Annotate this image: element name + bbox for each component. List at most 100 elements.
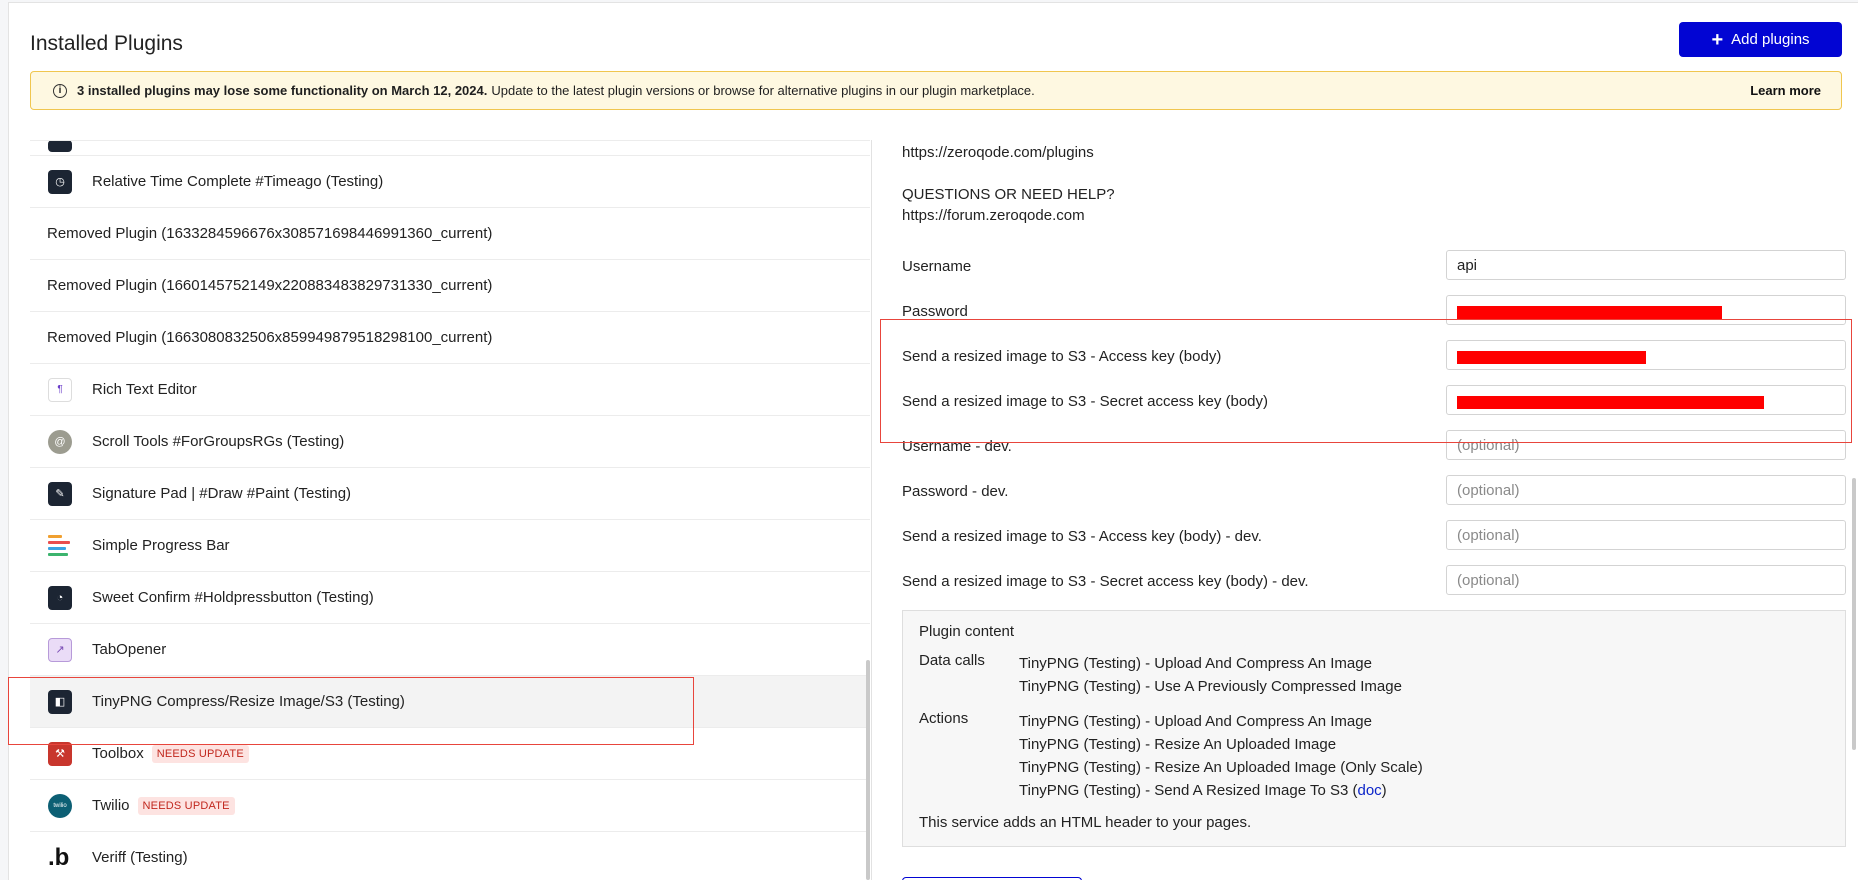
help-url: https://forum.zeroqode.com [902,207,1085,224]
plugin-label: Removed Plugin (1633284596676x3085716984… [47,225,493,242]
list-scrollbar[interactable] [866,660,870,880]
plugin-item-removed-2[interactable]: Removed Plugin (1660145752149x2208834838… [30,260,870,312]
plugin-item-progress-bar[interactable]: Simple Progress Bar [30,520,870,572]
plugin-item-relative-time[interactable]: ◷ Relative Time Complete #Timeago (Testi… [30,156,870,208]
action-item: TinyPNG (Testing) - Send A Resized Image… [1019,779,1423,802]
signature-pad-icon: ✎ [48,481,72,506]
username-input[interactable] [1446,250,1846,280]
page-header: Installed Plugins + Add plugins [30,22,1842,64]
plugin-label: Signature Pad | #Draw #Paint (Testing) [92,485,352,502]
plugin-label: Toolbox [92,745,144,762]
tab-opener-icon: ↗ [48,637,72,662]
field-username: Username [902,245,1846,290]
plugins-url: https://zeroqode.com/plugins [902,144,1094,161]
plugin-icon [48,141,72,152]
password-dev-input[interactable] [1446,475,1846,505]
detail-scrollbar[interactable] [1852,478,1856,750]
field-secret-key-dev: Send a resized image to S3 - Secret acce… [902,560,1846,605]
field-label: Send a resized image to S3 - Access key … [902,348,1222,365]
redaction-bar [1457,306,1722,319]
plugin-detail: https://zeroqode.com/plugins QUESTIONS O… [902,140,1846,880]
rich-text-icon: ¶ [48,377,72,402]
field-username-dev: Username - dev. [902,425,1846,470]
field-label: Username - dev. [902,438,1012,455]
help-heading: QUESTIONS OR NEED HELP? [902,186,1115,203]
field-secret-key: Send a resized image to S3 - Secret acce… [902,380,1846,425]
field-label: Send a resized image to S3 - Access key … [902,528,1262,545]
plugin-item-tabopener[interactable]: ↗ TabOpener [30,624,870,676]
action-item: TinyPNG (Testing) - Resize An Uploaded I… [1019,736,1337,753]
plugin-content-box: Plugin content Data calls TinyPNG (Testi… [902,610,1846,847]
redaction-bar [1457,351,1646,364]
plugin-label: Veriff (Testing) [92,849,188,866]
field-password: Password [902,290,1846,335]
progress-bar-icon [48,534,72,558]
service-footer-text: This service adds an HTML header to your… [919,814,1252,831]
plugin-label: TinyPNG Compress/Resize Image/S3 (Testin… [92,693,405,710]
field-label: Username [902,258,972,275]
username-dev-input[interactable] [1446,430,1846,460]
sweet-confirm-icon: ◔ [48,585,72,610]
data-calls-label: Data calls [919,652,985,669]
secret-key-dev-input[interactable] [1446,565,1846,595]
actions-label: Actions [919,710,969,727]
needs-update-badge: NEEDS UPDATE [151,744,249,763]
plugin-label: Scroll Tools #ForGroupsRGs (Testing) [92,433,345,450]
deprecation-banner: i 3 installed plugins may lose some func… [30,71,1842,110]
tinypng-icon: ◧ [48,689,72,714]
plugin-list: ◷ Relative Time Complete #Timeago (Testi… [30,140,870,880]
info-icon: i [53,83,67,98]
data-call-item: TinyPNG (Testing) - Use A Previously Com… [1019,678,1402,695]
action-item: TinyPNG (Testing) - Upload And Compress … [1019,713,1372,730]
plugin-label: Rich Text Editor [92,381,197,398]
plugin-item-twilio[interactable]: twilio Twilio NEEDS UPDATE [30,780,870,832]
field-label: Password [902,303,968,320]
data-call-item: TinyPNG (Testing) - Upload And Compress … [1019,655,1372,672]
plugin-item-toolbox[interactable]: ⚒ Toolbox NEEDS UPDATE [30,728,870,780]
actions-section: Actions TinyPNG (Testing) - Upload And C… [919,710,1829,802]
banner-text: Update to the latest plugin versions or … [491,83,1035,98]
action-item: TinyPNG (Testing) - Resize An Uploaded I… [1019,759,1423,776]
needs-update-badge: NEEDS UPDATE [137,796,235,815]
add-plugins-label: Add plugins [1731,31,1810,48]
plugin-content-title: Plugin content [919,623,1015,640]
plugin-item-scroll-tools[interactable]: @ Scroll Tools #ForGroupsRGs (Testing) [30,416,870,468]
field-access-key: Send a resized image to S3 - Access key … [902,335,1846,380]
plugin-item-tinypng[interactable]: ◧ TinyPNG Compress/Resize Image/S3 (Test… [30,676,870,728]
list-item-partial[interactable] [30,141,870,156]
plugin-label: Sweet Confirm #Holdpressbutton (Testing) [92,589,374,606]
plugin-item-sweet-confirm[interactable]: ◔ Sweet Confirm #Holdpressbutton (Testin… [30,572,870,624]
plugin-label: Relative Time Complete #Timeago (Testing… [92,173,384,190]
access-key-dev-input[interactable] [1446,520,1846,550]
action-text-end: ) [1381,782,1387,799]
field-access-key-dev: Send a resized image to S3 - Access key … [902,515,1846,560]
field-label: Send a resized image to S3 - Secret acce… [902,393,1269,410]
veriff-icon: .b [48,843,70,871]
plugin-item-veriff[interactable]: .b Veriff (Testing) [30,832,870,880]
plugin-label: Removed Plugin (1660145752149x2208834838… [47,277,493,294]
plugin-label: TabOpener [92,641,167,658]
toolbox-icon: ⚒ [48,741,72,766]
doc-link[interactable]: doc [1357,782,1381,799]
action-text: TinyPNG (Testing) - Send A Resized Image… [1019,782,1358,799]
field-label: Password - dev. [902,483,1009,500]
plugin-label: Removed Plugin (1663080832506x8599498795… [47,329,493,346]
field-password-dev: Password - dev. [902,470,1846,515]
plugin-item-signature-pad[interactable]: ✎ Signature Pad | #Draw #Paint (Testing) [30,468,870,520]
data-calls-section: Data calls TinyPNG (Testing) - Upload An… [919,652,1829,698]
banner-bold-text: 3 installed plugins may lose some functi… [77,83,488,98]
field-label: Send a resized image to S3 - Secret acce… [902,573,1309,590]
plus-icon: + [1711,28,1724,51]
plugin-label: Twilio [92,797,130,814]
add-plugins-button[interactable]: + Add plugins [1679,22,1842,57]
twilio-icon: twilio [48,793,72,818]
scroll-tools-icon: @ [48,429,72,454]
plugin-item-rich-text-editor[interactable]: ¶ Rich Text Editor [30,364,870,416]
plugin-item-removed-3[interactable]: Removed Plugin (1663080832506x8599498795… [30,312,870,364]
learn-more-link[interactable]: Learn more [1750,83,1821,98]
redaction-bar [1457,396,1764,409]
plugin-item-removed-1[interactable]: Removed Plugin (1633284596676x3085716984… [30,208,870,260]
column-divider [871,140,872,880]
page-title: Installed Plugins [30,32,183,55]
plugin-label: Simple Progress Bar [92,537,230,554]
